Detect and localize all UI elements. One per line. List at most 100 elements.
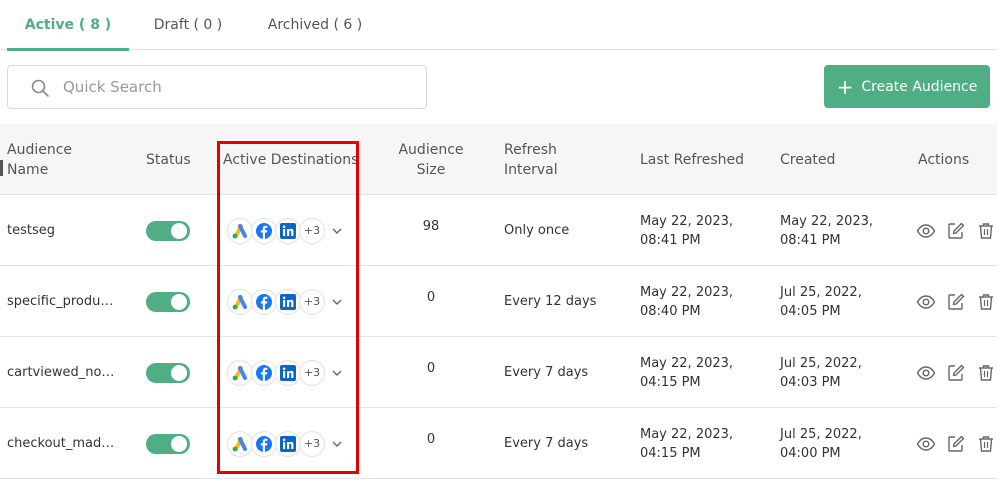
destination-icons[interactable]: +3 xyxy=(227,288,325,315)
chevron-down-icon[interactable] xyxy=(331,438,343,450)
column-header-destinations[interactable]: Active Destinations xyxy=(223,124,363,195)
refresh-interval: Every 7 days xyxy=(504,365,589,380)
last-refreshed: May 22, 2023, 04:15 PM xyxy=(640,426,734,461)
destination-icons[interactable]: +3 xyxy=(227,359,325,386)
status-cell xyxy=(146,195,196,266)
table-row: cartviewed_no… +3 0 Every 7 days May 22,… xyxy=(0,337,997,408)
status-toggle[interactable] xyxy=(146,362,190,383)
tab-draft[interactable]: Draft ( 0 ) xyxy=(140,0,236,50)
facebook-icon xyxy=(251,359,277,386)
google-ads-icon xyxy=(227,217,253,244)
status-cell xyxy=(146,266,196,337)
destinations-cell: +3 xyxy=(227,337,352,408)
plus-icon: + xyxy=(836,74,854,99)
tab-active[interactable]: Active ( 8 ) xyxy=(7,0,129,51)
audience-size: 0 xyxy=(426,290,436,305)
column-header-created[interactable]: Created xyxy=(780,124,880,195)
chevron-down-icon[interactable] xyxy=(331,296,343,308)
destinations-cell: +3 xyxy=(227,266,352,337)
search-box xyxy=(7,65,427,109)
eye-icon[interactable] xyxy=(916,221,936,241)
status-cell xyxy=(146,337,196,408)
status-toggle[interactable] xyxy=(146,291,190,312)
destinations-cell: +3 xyxy=(227,408,352,479)
created-date: Jul 25, 2022, 04:00 PM xyxy=(780,426,862,461)
edit-icon[interactable] xyxy=(946,221,966,241)
toggle-knob xyxy=(171,293,187,310)
column-header-last-refreshed[interactable]: Last Refreshed xyxy=(640,124,760,195)
column-header-size[interactable]: Audience Size xyxy=(393,124,469,195)
eye-icon[interactable] xyxy=(916,363,936,383)
search-icon xyxy=(31,79,49,97)
toggle-knob xyxy=(171,435,187,452)
created-date: Jul 25, 2022, 04:05 PM xyxy=(780,284,862,319)
table-row: checkout_mad… +3 0 Every 7 days May 22, … xyxy=(0,408,997,479)
column-header-name[interactable]: Audience Name xyxy=(7,124,107,195)
facebook-icon xyxy=(251,288,277,315)
toggle-knob xyxy=(171,364,187,381)
google-ads-icon xyxy=(227,288,253,315)
linkedin-icon xyxy=(275,430,301,457)
destinations-cell: +3 xyxy=(227,195,352,266)
audience-size: 0 xyxy=(426,361,436,376)
refresh-interval: Every 12 days xyxy=(504,294,597,309)
linkedin-icon xyxy=(275,217,301,244)
destination-icons[interactable]: +3 xyxy=(227,217,325,244)
linkedin-icon xyxy=(275,288,301,315)
facebook-icon xyxy=(251,430,277,457)
created-date: Jul 25, 2022, 04:03 PM xyxy=(780,355,862,390)
chevron-down-icon[interactable] xyxy=(331,225,343,237)
trash-icon[interactable] xyxy=(976,292,996,312)
last-refreshed: May 22, 2023, 04:15 PM xyxy=(640,355,734,390)
audience-size: 0 xyxy=(426,432,436,447)
audience-name[interactable]: specific_produ… xyxy=(7,266,122,337)
actions-cell xyxy=(916,266,996,337)
last-refreshed: May 22, 2023, 08:40 PM xyxy=(640,284,734,319)
table-row: testseg +3 98 Only once May 22, 2023, 08… xyxy=(0,195,997,266)
trash-icon[interactable] xyxy=(976,221,996,241)
edit-icon[interactable] xyxy=(946,363,966,383)
trash-icon[interactable] xyxy=(976,434,996,454)
eye-icon[interactable] xyxy=(916,434,936,454)
column-header-actions: Actions xyxy=(918,151,970,168)
audience-name[interactable]: cartviewed_no… xyxy=(7,337,122,408)
actions-cell xyxy=(916,408,996,479)
google-ads-icon xyxy=(227,359,253,386)
column-header-status[interactable]: Status xyxy=(146,124,206,195)
facebook-icon xyxy=(251,217,277,244)
audience-name[interactable]: checkout_mad… xyxy=(7,408,122,479)
create-audience-label: Create Audience xyxy=(861,78,978,95)
search-input[interactable] xyxy=(63,74,413,100)
refresh-interval: Every 7 days xyxy=(504,436,589,451)
table-row: specific_produ… +3 0 Every 12 days May 2… xyxy=(0,266,997,337)
column-header-refresh[interactable]: Refresh Interval xyxy=(504,124,574,195)
create-audience-button[interactable]: + Create Audience xyxy=(824,65,990,108)
edit-icon[interactable] xyxy=(946,434,966,454)
more-destinations-badge: +3 xyxy=(299,430,325,457)
actions-cell xyxy=(916,195,996,266)
table-header: Audience Name Status Active Destinations… xyxy=(0,124,997,195)
more-destinations-badge: +3 xyxy=(299,359,325,386)
more-destinations-badge: +3 xyxy=(299,217,325,244)
audience-name[interactable]: testseg xyxy=(7,195,122,266)
status-cell xyxy=(146,408,196,479)
eye-icon[interactable] xyxy=(916,292,936,312)
chevron-down-icon[interactable] xyxy=(331,367,343,379)
last-refreshed: May 22, 2023, 08:41 PM xyxy=(640,213,734,248)
destination-icons[interactable]: +3 xyxy=(227,430,325,457)
tab-archived[interactable]: Archived ( 6 ) xyxy=(255,0,375,50)
status-tabs: Active ( 8 ) Draft ( 0 ) Archived ( 6 ) xyxy=(0,0,997,51)
edit-icon[interactable] xyxy=(946,292,966,312)
toggle-knob xyxy=(171,222,187,239)
audience-size: 98 xyxy=(422,219,440,234)
status-toggle[interactable] xyxy=(146,220,190,241)
refresh-interval: Only once xyxy=(504,223,570,238)
trash-icon[interactable] xyxy=(976,363,996,383)
status-toggle[interactable] xyxy=(146,433,190,454)
google-ads-icon xyxy=(227,430,253,457)
column-resize-handle[interactable] xyxy=(0,160,3,176)
actions-cell xyxy=(916,337,996,408)
linkedin-icon xyxy=(275,359,301,386)
more-destinations-badge: +3 xyxy=(299,288,325,315)
created-date: May 22, 2023, 08:41 PM xyxy=(780,213,874,248)
